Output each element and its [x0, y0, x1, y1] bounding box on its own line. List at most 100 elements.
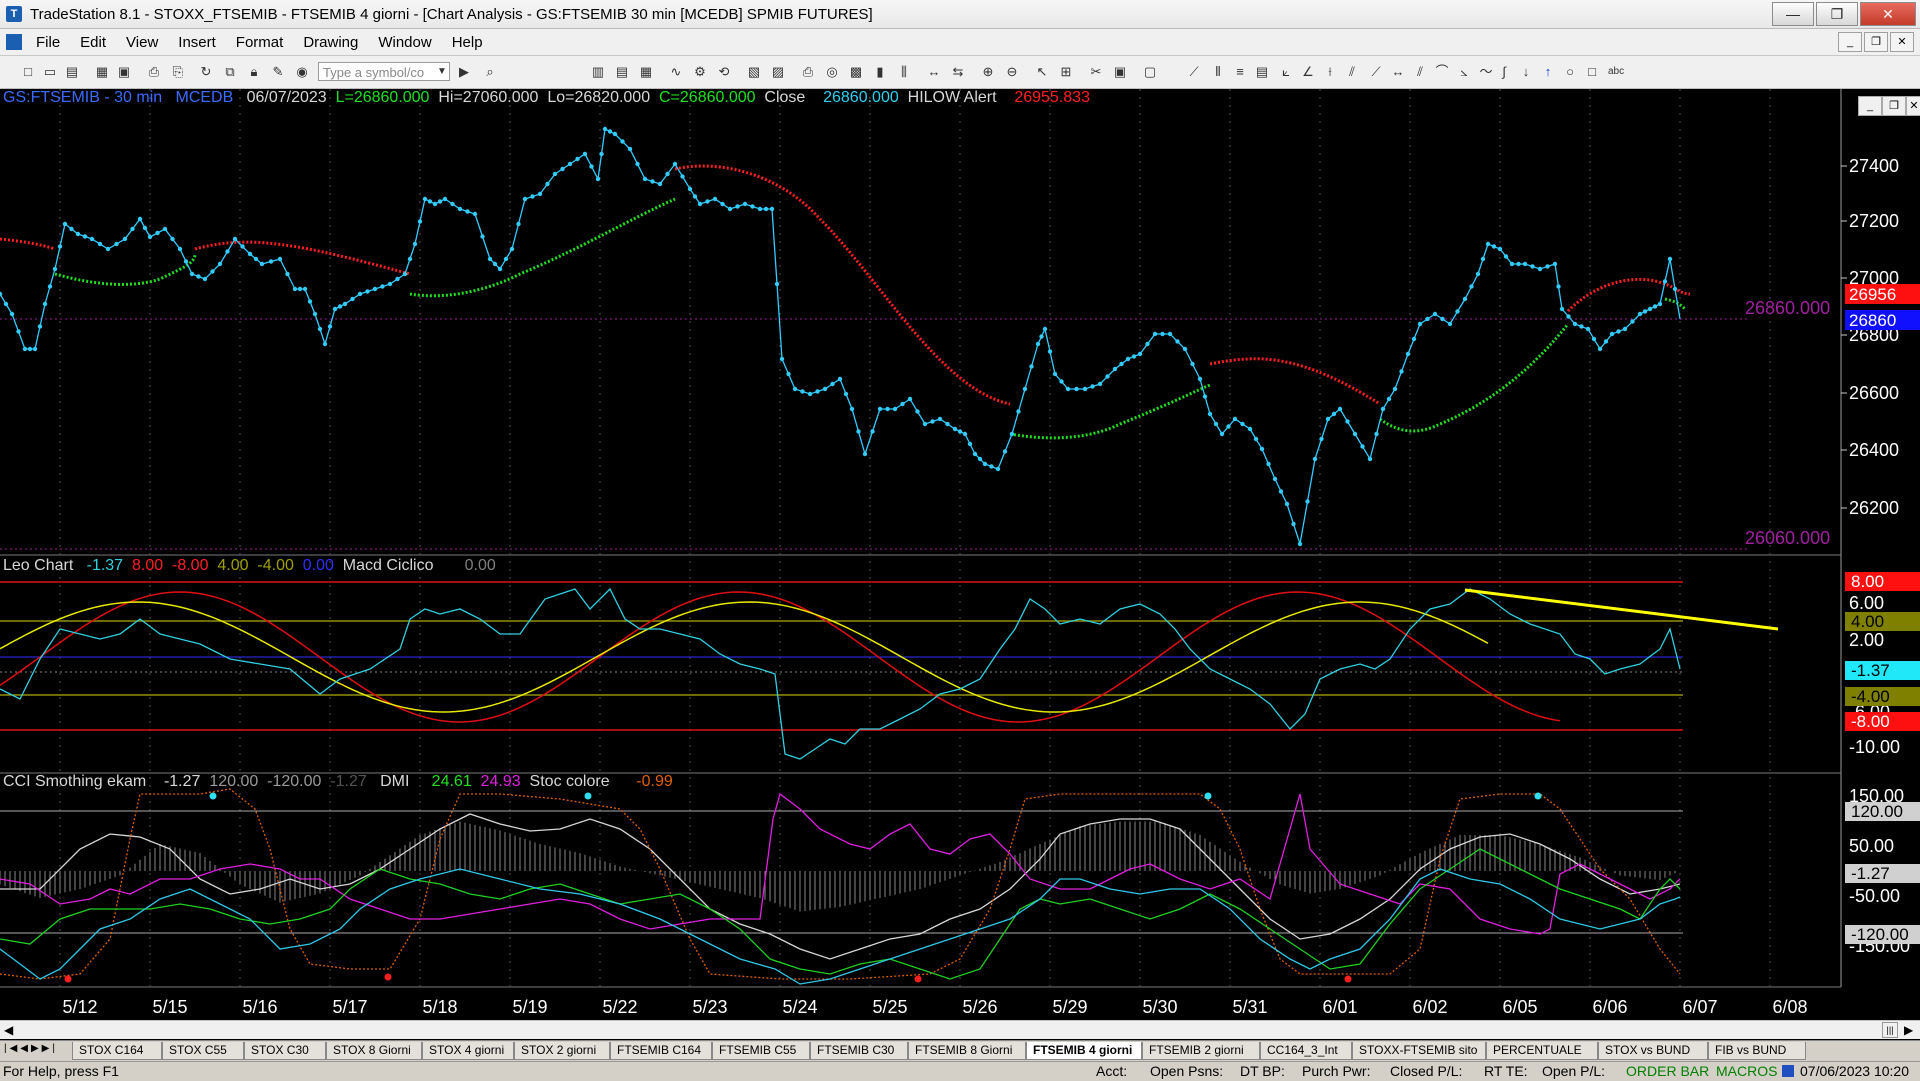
cascade-icon[interactable]: ⧉	[222, 64, 238, 80]
workspace-icon[interactable]: ▦	[94, 64, 110, 80]
symbol-dropdown-icon[interactable]: ▼	[434, 62, 450, 81]
monitor-icon[interactable]: ▣	[1112, 64, 1128, 80]
menu-drawing[interactable]: Drawing	[293, 34, 368, 51]
hide-icon[interactable]: ▢	[1142, 64, 1158, 80]
close-button[interactable]: ✕	[1860, 2, 1916, 26]
vertical-lines-icon[interactable]: ⫴	[1210, 64, 1226, 80]
arc-icon[interactable]: ⌒	[1434, 64, 1450, 80]
go-arrow-icon[interactable]: ▶	[456, 64, 472, 80]
arrow-both-icon[interactable]: ↔	[1390, 64, 1406, 80]
radar-icon[interactable]: ◎	[824, 64, 840, 80]
lock-icon[interactable]: 🔒︎	[246, 64, 262, 80]
workspace-tab[interactable]: CC164_3_Int	[1260, 1042, 1352, 1060]
menu-file[interactable]: File	[26, 34, 70, 51]
symbol-input[interactable]: Type a symbol/co	[318, 62, 450, 81]
format-icon[interactable]: ⟲	[716, 64, 732, 80]
workspace-tab[interactable]: PERCENTUALE	[1486, 1042, 1598, 1060]
workspace-tab[interactable]: FTSEMIB C55	[712, 1042, 810, 1060]
mdi-restore-icon[interactable]: ❐	[1864, 32, 1888, 52]
menu-insert[interactable]: Insert	[168, 34, 226, 51]
open-icon[interactable]: ▤	[64, 64, 80, 80]
menu-edit[interactable]: Edit	[70, 34, 116, 51]
maximize-button[interactable]: ❐	[1816, 2, 1858, 26]
andrews-icon[interactable]: ⫽	[1344, 64, 1360, 80]
candle-icon[interactable]: ▤	[614, 64, 630, 80]
menu-window[interactable]: Window	[368, 34, 441, 51]
workspace-tab[interactable]: STOX vs BUND	[1598, 1042, 1708, 1060]
print-chart-icon[interactable]: ⎙	[800, 64, 816, 80]
expand-icon[interactable]: ↔	[926, 64, 942, 80]
up-arrow-icon[interactable]: ↑	[1540, 64, 1556, 80]
workspace-tab[interactable]: FTSEMIB C30	[810, 1042, 908, 1060]
print-preview-icon[interactable]: ⎘	[170, 64, 186, 80]
fib-icon[interactable]: ⟀	[1278, 64, 1294, 80]
channel-icon[interactable]: ▤	[1254, 64, 1270, 80]
compress-icon[interactable]: ⇆	[950, 64, 966, 80]
new-window-icon[interactable]: ▭	[42, 64, 58, 80]
print-icon[interactable]: ⎙	[146, 64, 162, 80]
pointer-icon[interactable]: ↖	[1034, 64, 1050, 80]
workspace-tab[interactable]: FTSEMIB 8 Giorni	[908, 1042, 1026, 1060]
bar-type-icon[interactable]: ▥	[590, 64, 606, 80]
bars-icon[interactable]: ▮	[872, 64, 888, 80]
regression-icon[interactable]: ⟋	[1368, 64, 1384, 80]
tab-nav-icons[interactable]: |◀◀▶▶|	[4, 1043, 58, 1054]
order-icon[interactable]: ⊞	[1058, 64, 1074, 80]
order-bar-button[interactable]: ORDER BAR	[1626, 1062, 1709, 1081]
horizontal-lines-icon[interactable]: ≡	[1232, 64, 1248, 80]
workspace-tab[interactable]: FTSEMIB 4 giorni	[1026, 1042, 1142, 1060]
pane-restore-icon[interactable]: ❐	[1882, 96, 1906, 116]
symbol-lookup-icon[interactable]: ⌕	[482, 64, 498, 80]
workspace-tab[interactable]: STOX 8 Giorni	[326, 1042, 422, 1060]
workspace-tab[interactable]: STOX C55	[162, 1042, 244, 1060]
mdi-close-icon[interactable]: ✕	[1890, 32, 1914, 52]
workspace-tab[interactable]: STOX C164	[72, 1042, 162, 1060]
minimize-button[interactable]: —	[1772, 2, 1814, 26]
fan-icon[interactable]: ⦣	[1456, 64, 1472, 80]
menu-help[interactable]: Help	[442, 34, 493, 51]
menu-format[interactable]: Format	[226, 34, 294, 51]
workspace-tab[interactable]: STOX 2 giorni	[514, 1042, 610, 1060]
indicator-icon[interactable]: ∿	[668, 64, 684, 80]
chart-horizontal-scrollbar[interactable]: ◀ ||| ▶	[0, 1020, 1920, 1039]
menu-view[interactable]: View	[116, 34, 168, 51]
zoom-out-icon[interactable]: ⊖	[1004, 64, 1020, 80]
pane-minimize-icon[interactable]: _	[1858, 96, 1882, 116]
chart-analysis-window[interactable]: 26860.000 26060.000 27400 27200 27000 26800…	[0, 89, 1920, 1059]
scroll-left-icon[interactable]: ◀	[4, 1021, 13, 1039]
table-icon[interactable]: ▦	[638, 64, 654, 80]
freehand-icon[interactable]: 〜	[1478, 64, 1494, 80]
text-icon[interactable]: abc	[1608, 64, 1624, 80]
new-icon[interactable]: □	[20, 64, 36, 80]
scroll-right-icon[interactable]: ▶	[1904, 1021, 1913, 1039]
save-icon[interactable]: ▣	[116, 64, 132, 80]
workspace-tab[interactable]: FIB vs BUND	[1708, 1042, 1806, 1060]
rectangle-icon[interactable]: □	[1584, 64, 1600, 80]
gann-icon[interactable]: ∠	[1300, 64, 1316, 80]
scroll-thumb[interactable]: |||	[1882, 1022, 1898, 1038]
pane-close-icon[interactable]: ✕	[1906, 96, 1920, 116]
parallel-icon[interactable]: ⫽	[1412, 64, 1428, 80]
workspace-tab[interactable]: STOX 4 giorni	[422, 1042, 514, 1060]
workspace-tab[interactable]: FTSEMIB C164	[610, 1042, 712, 1060]
speed-lines-icon[interactable]: ⟊	[1322, 64, 1338, 80]
chart-canvas[interactable]: 26860.000 26060.000 27400272002700026800…	[0, 89, 1920, 1020]
ellipse-icon[interactable]: ○	[1562, 64, 1578, 80]
strategy-icon[interactable]: ⚙	[692, 64, 708, 80]
trendline-icon[interactable]: ⟋	[1186, 64, 1202, 80]
workspace-tab[interactable]: FTSEMIB 2 giorni	[1142, 1042, 1260, 1060]
matrix-icon[interactable]: ▩	[848, 64, 864, 80]
globe-icon[interactable]: ◉	[294, 64, 310, 80]
mdi-minimize-icon[interactable]: _	[1838, 32, 1862, 52]
analysis-icon[interactable]: ✎	[270, 64, 286, 80]
macros-button[interactable]: MACROS	[1716, 1062, 1777, 1081]
tools-icon[interactable]: ✂	[1088, 64, 1104, 80]
barsize-icon[interactable]: ⫼	[896, 64, 912, 80]
workspace-tab[interactable]: STOX C30	[244, 1042, 326, 1060]
chart-props-icon[interactable]: ▨	[770, 64, 786, 80]
workspace-tab[interactable]: STOXX-FTSEMIB sito	[1352, 1042, 1486, 1060]
curve-icon[interactable]: ∫	[1496, 64, 1512, 80]
refresh-icon[interactable]: ↻	[198, 64, 214, 80]
down-arrow-icon[interactable]: ↓	[1518, 64, 1534, 80]
zoom-in-icon[interactable]: ⊕	[980, 64, 996, 80]
